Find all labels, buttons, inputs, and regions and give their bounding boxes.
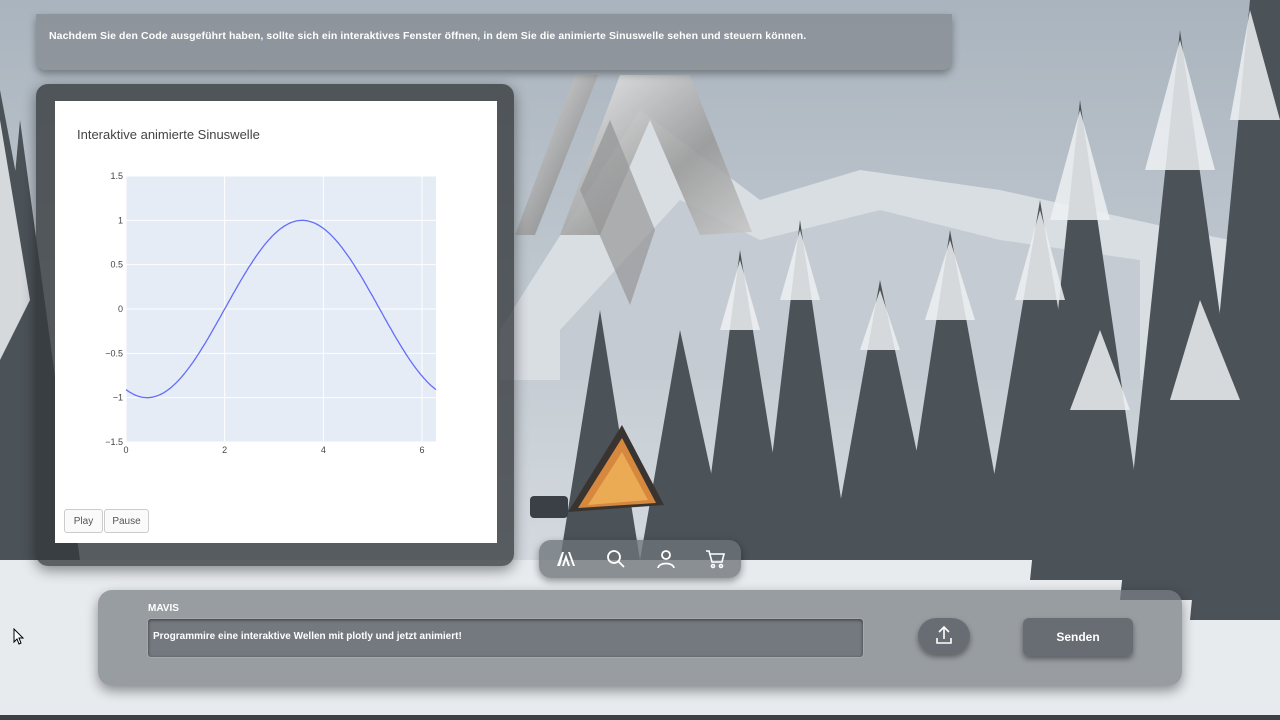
sine-wave-plot[interactable]: 1.510.50−0.5−1−1.50 2 4 6 [55,101,497,543]
bottom-strip [0,715,1280,720]
chart-window: Interaktive animierte Sinuswelle 1.5 1 0.5… [36,84,514,566]
mouse-cursor-icon [13,628,25,645]
x-tick-label: 6 [420,445,425,455]
chat-input-bar: MAVIS Programmire eine interaktive Welle… [98,590,1182,686]
y-tick-label: −0.5 [105,348,123,358]
x-tick-label: 4 [321,445,326,455]
plotly-figure: Interaktive animierte Sinuswelle 1.5 1 0.5… [55,101,497,543]
send-button[interactable]: Senden [1023,618,1133,656]
assistant-message-text: Nachdem Sie den Code ausgeführt haben, s… [49,30,807,42]
logo-icon[interactable] [555,548,577,570]
pause-button[interactable]: Pause [104,509,149,533]
cart-icon[interactable] [705,548,727,570]
y-tick-label: −1 [113,393,123,403]
prompt-input[interactable]: Programmire eine interaktive Wellen mit … [147,618,864,658]
y-tick-label: 1 [118,215,123,225]
user-icon[interactable] [655,548,677,570]
navigation-dock [539,540,741,578]
y-tick-label: 0.5 [110,260,123,270]
assistant-message-banner: Nachdem Sie den Code ausgeführt haben, s… [36,14,952,70]
assistant-name-label: MAVIS [148,603,179,614]
upload-icon [936,625,952,644]
y-tick-label: −1.5 [105,437,123,447]
prompt-input-value: Programmire eine interaktive Wellen mit … [153,631,462,642]
play-button[interactable]: Play [64,509,103,533]
search-icon[interactable] [605,548,627,570]
x-tick-label: 2 [222,445,227,455]
y-tick-label: 1.5 [110,171,123,181]
upload-button[interactable] [918,618,970,654]
y-tick-label: 0 [118,304,123,314]
x-tick-label: 0 [123,445,128,455]
